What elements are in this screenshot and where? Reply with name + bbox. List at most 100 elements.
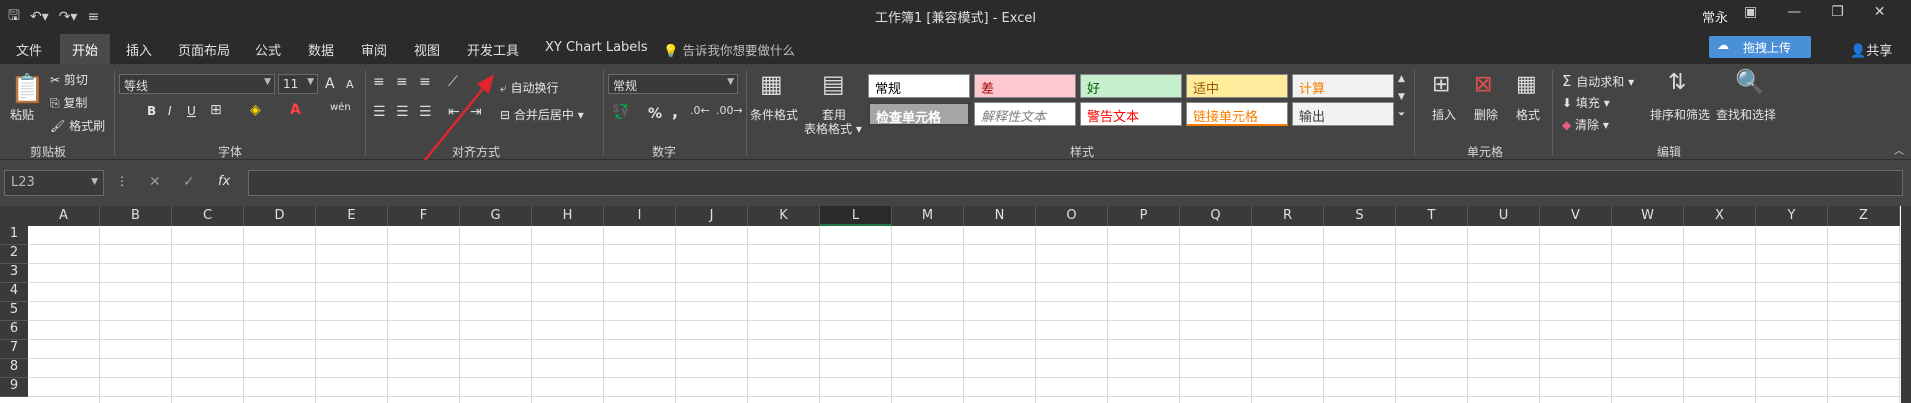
share-button[interactable]: 👤共享 [1850, 40, 1892, 59]
decrease-decimal-icon[interactable]: .00→ [716, 104, 743, 117]
align-top-icon[interactable]: ≡ [373, 74, 385, 90]
autosum-button[interactable]: Σ 自动求和 ▾ [1562, 72, 1634, 90]
font-color-button[interactable]: A [290, 102, 301, 118]
row-header-3[interactable]: 3 [0, 264, 28, 283]
ribbon-display-icon[interactable]: ▣ [1744, 4, 1757, 20]
cell-style-8[interactable]: 链接单元格 [1186, 102, 1288, 126]
currency-icon[interactable]: 💱 [612, 104, 629, 120]
indent-icon[interactable]: ⇤ [448, 104, 460, 120]
cancel-entry-button[interactable]: ✕ [149, 174, 161, 190]
gallery-scroll-down-icon[interactable]: ▼ [1398, 92, 1405, 102]
row-header-1[interactable]: 1 [0, 226, 28, 245]
cell-style-0[interactable]: 常规 [868, 74, 970, 98]
tab-xy-chart-labels[interactable]: XY Chart Labels [545, 40, 648, 55]
delete-cells-button[interactable]: 删除 [1474, 106, 1498, 123]
select-all-corner[interactable] [0, 206, 28, 226]
outdent-icon[interactable]: ⇥ [470, 104, 482, 120]
format-cells-button[interactable]: 格式 [1516, 106, 1540, 123]
row-header-5[interactable]: 5 [0, 302, 28, 321]
tab-view[interactable]: 视图 [414, 40, 440, 59]
align-right-icon[interactable]: ☰ [419, 104, 432, 120]
column-header-w[interactable]: W [1612, 206, 1684, 226]
column-header-r[interactable]: R [1252, 206, 1324, 226]
tell-me-search[interactable]: 💡 告诉我你想要做什么 [663, 40, 795, 59]
orientation-icon[interactable]: ⟋ [448, 74, 458, 90]
format-as-table-button-line2[interactable]: 表格格式 ▾ [804, 120, 862, 137]
close-icon[interactable]: ✕ [1874, 4, 1886, 20]
column-header-z[interactable]: Z [1828, 206, 1900, 226]
conditional-format-button[interactable]: 条件格式 [750, 106, 798, 123]
cell-style-5[interactable]: 检查单元格 [868, 102, 970, 126]
fill-button[interactable]: ⬇ 填充 ▾ [1562, 94, 1610, 111]
wrap-text-button[interactable]: ⤶ 自动换行 [500, 79, 559, 96]
table-format-icon[interactable]: ▤ [822, 70, 845, 98]
row-header-6[interactable]: 6 [0, 321, 28, 340]
increase-decimal-icon[interactable]: .0← [690, 104, 710, 117]
tab-page-layout[interactable]: 页面布局 [178, 40, 230, 59]
fill-color-icon[interactable]: ◈ [250, 102, 261, 118]
format-cells-icon[interactable]: ▦ [1516, 72, 1537, 97]
column-header-d[interactable]: D [244, 206, 316, 226]
row-header-2[interactable]: 2 [0, 245, 28, 264]
column-header-q[interactable]: Q [1180, 206, 1252, 226]
tab-review[interactable]: 审阅 [361, 40, 387, 59]
column-header-h[interactable]: H [532, 206, 604, 226]
sort-filter-icon[interactable]: ⇅ [1668, 70, 1686, 95]
column-header-g[interactable]: G [460, 206, 532, 226]
tab-home[interactable]: 开始 [60, 34, 111, 64]
row-header-4[interactable]: 4 [0, 283, 28, 302]
cell-style-9[interactable]: 输出 [1292, 102, 1394, 126]
column-header-e[interactable]: E [316, 206, 388, 226]
percent-button[interactable]: % [648, 106, 662, 122]
tab-insert[interactable]: 插入 [126, 40, 152, 59]
underline-button[interactable]: U [187, 104, 196, 118]
user-name[interactable]: 常永 [1702, 7, 1728, 26]
font-size-select[interactable]: 11 ▼ [278, 74, 318, 94]
upload-button[interactable]: ☁ 拖拽上传 [1709, 36, 1811, 58]
find-select-button[interactable]: 查找和选择 [1716, 106, 1776, 123]
conditional-format-icon[interactable]: ▦ [760, 70, 783, 98]
restore-icon[interactable]: ❐ [1831, 4, 1844, 20]
font-name-select[interactable]: 等线 ▼ [119, 74, 275, 94]
align-middle-icon[interactable]: ≡ [396, 74, 408, 90]
column-header-n[interactable]: N [964, 206, 1036, 226]
align-bottom-icon[interactable]: ≡ [419, 74, 431, 90]
delete-cells-icon[interactable]: ⊠ [1474, 72, 1492, 97]
row-header-7[interactable]: 7 [0, 340, 28, 359]
column-header-y[interactable]: Y [1756, 206, 1828, 226]
column-header-b[interactable]: B [100, 206, 172, 226]
cell-style-4[interactable]: 计算 [1292, 74, 1394, 98]
column-header-v[interactable]: V [1540, 206, 1612, 226]
tab-data[interactable]: 数据 [308, 40, 334, 59]
align-center-icon[interactable]: ☰ [396, 104, 409, 120]
formula-input[interactable] [248, 170, 1903, 196]
border-icon[interactable]: ⊞ [210, 102, 222, 118]
italic-button[interactable]: I [168, 104, 172, 118]
column-header-i[interactable]: I [604, 206, 676, 226]
column-header-u[interactable]: U [1468, 206, 1540, 226]
cell-style-6[interactable]: 解释性文本 [974, 102, 1076, 126]
column-header-j[interactable]: J [676, 206, 748, 226]
column-header-f[interactable]: F [388, 206, 460, 226]
collapse-ribbon-icon[interactable]: ︿ [1894, 142, 1904, 157]
shrink-font-button[interactable]: A [346, 78, 354, 91]
more-options-icon[interactable]: ⋮ [116, 174, 128, 188]
cell-style-2[interactable]: 好 [1080, 74, 1182, 98]
bold-button[interactable]: B [147, 104, 156, 118]
format-painter-button[interactable]: 🖌 格式刷 [50, 117, 105, 134]
insert-cells-icon[interactable]: ⊞ [1432, 72, 1450, 97]
cell-style-7[interactable]: 警告文本 [1080, 102, 1182, 126]
insert-function-button[interactable]: fx [218, 174, 230, 189]
column-header-o[interactable]: O [1036, 206, 1108, 226]
find-icon[interactable]: 🔍 [1735, 68, 1765, 96]
paste-button[interactable]: 粘贴 [10, 106, 34, 123]
sort-filter-button[interactable]: 排序和筛选 [1650, 106, 1710, 123]
row-header-8[interactable]: 8 [0, 359, 28, 378]
clear-button[interactable]: ◆ 清除 ▾ [1562, 116, 1609, 133]
row-header-9[interactable]: 9 [0, 378, 28, 397]
column-header-a[interactable]: A [28, 206, 100, 226]
grow-font-button[interactable]: A [325, 76, 335, 92]
paste-icon[interactable]: 📋 [10, 72, 45, 105]
name-box[interactable]: L23 ▼ [4, 170, 104, 196]
column-header-c[interactable]: C [172, 206, 244, 226]
